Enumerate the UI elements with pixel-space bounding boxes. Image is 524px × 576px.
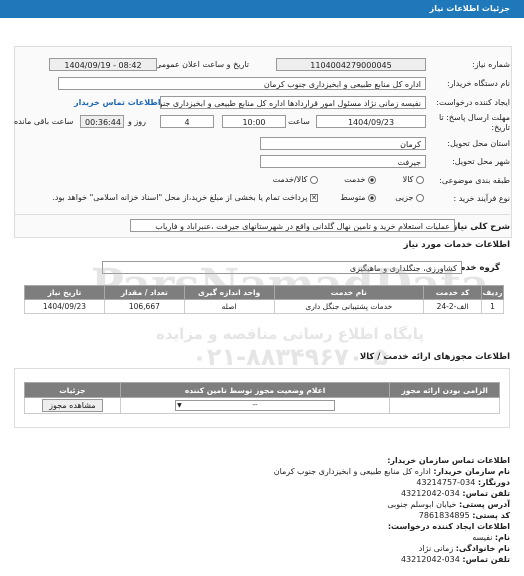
table-row: 1 الف-2-24 خدمات پشتیبانی جنگل داری اصله… (24, 299, 504, 314)
process-option-medium[interactable]: متوسط (340, 193, 376, 202)
page-title: جزئیات اطلاعات نیاز (429, 4, 510, 13)
chevron-down-icon: ▼ (177, 402, 182, 409)
column-header: اعلام وضعیت مجوز توسط تامین کننده (119, 382, 391, 398)
days-label: روز و (128, 117, 146, 126)
license-status-cell: ▼ -- (119, 397, 391, 414)
table-cell: خدمات پشتیبانی جنگل داری (273, 299, 425, 314)
deadline-date-label: تاریخ: (491, 123, 510, 132)
column-header: واحد اندازه گیری (183, 285, 275, 300)
creator-phone: 034-43212042 (400, 555, 460, 564)
delivery-city-label: شهر محل تحویل: (452, 157, 510, 166)
table-row: ▼ -- مشاهده مجوز (24, 397, 500, 414)
request-creator-label: ایجاد کننده درخواست: (436, 98, 510, 107)
radio-selected-icon[interactable] (368, 193, 376, 202)
services-table: ردیف کد خدمت نام خدمت واحد اندازه گیری ت… (24, 285, 504, 314)
category-option-service[interactable]: خدمت (344, 175, 376, 184)
buyer-name-label: نام دستگاه خریدار: (447, 79, 510, 88)
need-number-label: شماره نیاز: (472, 60, 510, 69)
remaining-time-label: ساعت باقی مانده (14, 117, 74, 126)
services-section-title: اطلاعات خدمات مورد نیاز (403, 240, 510, 250)
license-required-cell (389, 397, 500, 414)
radio-icon[interactable] (416, 193, 424, 202)
table-header-row: ردیف کد خدمت نام خدمت واحد اندازه گیری ت… (24, 285, 504, 300)
phone-number: 034-43212042 (400, 489, 460, 498)
org-name: اداره کل منابع طبیعی و ابخیزداری جنوب کر… (273, 467, 431, 476)
description-field: عملیات استعلام خرید و تامین نهال گلدانی … (130, 219, 455, 232)
postal-address: خیابان ابوسلم جنوبی (387, 500, 457, 509)
table-cell: 1404/09/23 (24, 299, 105, 314)
request-creator-field: نفیسه زمانی نژاد مسئول امور قراردادها اد… (160, 96, 426, 109)
license-details-cell: مشاهده مجوز (24, 397, 121, 414)
column-header: تاریخ نیاز (24, 285, 105, 300)
checkbox-icon[interactable]: ✕ (310, 193, 318, 202)
purchase-process-label: نوع فرآیند خرید : (453, 194, 510, 203)
table-cell: 106,667 (103, 299, 185, 314)
divider (14, 214, 510, 215)
table-cell: 1 (481, 299, 504, 314)
delivery-city-field: جیرفت (260, 155, 426, 168)
announce-date-field: 1404/09/19 - 08:42 (49, 58, 157, 71)
buyer-contact-link[interactable]: اطلاعات تماس خریدار (74, 98, 161, 107)
table-cell: اصله (183, 299, 275, 314)
announce-date-label: تاریخ و ساعت اعلان عمومی: (152, 60, 249, 69)
contact-section-title: اطلاعات تماس سازمان خریدار: (387, 456, 510, 465)
postal-code: 7861834895 (418, 511, 470, 520)
radio-selected-icon[interactable] (368, 175, 376, 184)
creator-first-name: نفیسه (472, 533, 493, 542)
column-header: کد خدمت (423, 285, 483, 300)
category-option-goods[interactable]: کالا (403, 175, 424, 184)
table-header-row: الزامی بودن ارائه مجوز اعلام وضعیت مجوز … (24, 382, 500, 398)
radio-icon[interactable] (310, 175, 318, 184)
view-license-button[interactable]: مشاهده مجوز (42, 399, 103, 412)
license-status-select[interactable]: ▼ -- (175, 400, 336, 411)
description-label: شرح کلی نیاز: (449, 222, 510, 232)
category-option-goods-service[interactable]: کالا/خدمت (273, 175, 318, 184)
radio-icon[interactable] (416, 175, 424, 184)
buyer-contact-info: اطلاعات تماس سازمان خریدار: نام سازمان خ… (273, 456, 510, 564)
column-header: الزامی بودن ارائه مجوز (389, 382, 500, 398)
creator-section-title: اطلاعات ایجاد کننده درخواست: (387, 522, 510, 531)
fax-number: 034-43214757 (416, 478, 476, 487)
process-option-minor[interactable]: جزیی (395, 193, 424, 202)
creator-last-name: زمانی نژاد (418, 544, 454, 553)
days-remaining-field: 4 (160, 115, 214, 128)
table-cell: الف-2-24 (423, 299, 483, 314)
subject-category-label: طبقه بندی موضوعی: (439, 176, 510, 185)
deadline-time-label: ساعت (288, 117, 310, 126)
delivery-province-label: استان محل تحویل: (447, 139, 510, 148)
service-group-field: کشاورزی، جنگلداری و ماهیگیری (102, 261, 462, 274)
buyer-name-field: اداره کل منابع طبیعی و ابخیزداری جنوب کر… (58, 77, 426, 90)
licenses-table: الزامی بودن ارائه مجوز اعلام وضعیت مجوز … (24, 382, 500, 414)
delivery-province-field: کرمان (260, 137, 426, 150)
treasury-payment-option[interactable]: ✕ پرداخت تمام یا بخشی از مبلغ خرید،از مح… (52, 193, 318, 202)
deadline-label: مهلت ارسال پاسخ: تا (438, 113, 510, 122)
column-header: تعداد / مقدار (103, 285, 185, 300)
column-header: ردیف (481, 285, 504, 300)
column-header: نام خدمت (273, 285, 425, 300)
page-header: جزئیات اطلاعات نیاز (0, 0, 524, 18)
need-number-field: 1104004279000045 (276, 58, 426, 71)
column-header: جزئیات (24, 382, 121, 398)
deadline-date-field: 1404/09/23 (316, 115, 426, 128)
licenses-section-title: اطلاعات مجوزهای ارائه خدمت / کالا (359, 352, 510, 362)
remaining-time-field: 00:36:44 (80, 115, 124, 128)
deadline-time-field: 10:00 (222, 115, 286, 128)
